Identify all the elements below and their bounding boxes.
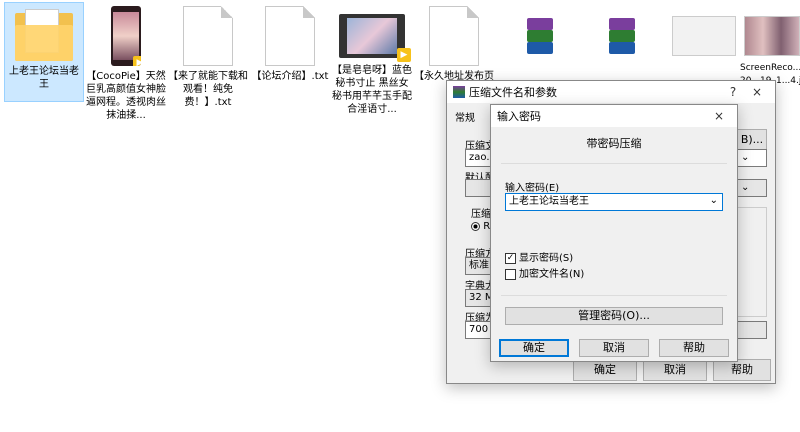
right-field[interactable] [737, 321, 767, 339]
file-label: 【是皂皂呀】蓝色秘书寸止 黑丝女秘书用芊芊玉手配合淫语寸... [332, 65, 412, 115]
encrypt-filenames-checkbox[interactable]: 加密文件名(N) [505, 265, 584, 280]
password-input[interactable]: 上老王论坛当老王 ⌄ [505, 193, 723, 211]
help-button[interactable]: 帮助 [659, 339, 729, 357]
file-screen-recording[interactable]: ScreenReco...1-20...19_1...4.jpg [740, 2, 800, 88]
chevron-down-icon[interactable]: ⌄ [710, 195, 718, 207]
image-file-icon [672, 16, 736, 56]
help-icon[interactable]: ? [721, 85, 745, 99]
close-icon[interactable]: × [745, 85, 769, 99]
file-rar-2[interactable] [582, 2, 662, 64]
winrar-archive-icon [516, 10, 564, 58]
file-folder[interactable]: 上老王论坛当老王 [4, 2, 84, 102]
password-label: 输入密码(E) [505, 183, 560, 194]
ok-button[interactable]: 确定 [499, 339, 569, 357]
password-titlebar[interactable]: 输入密码 × [491, 105, 737, 127]
tab-general[interactable]: 常规 [455, 109, 475, 124]
winrar-archive-icon [598, 10, 646, 58]
file-permanent-address[interactable]: 【永久地址发布页 [414, 2, 494, 83]
checkbox-checked-icon: ✓ [505, 252, 516, 264]
close-icon[interactable]: × [707, 109, 731, 123]
dialog-title: 压缩文件名和参数 [469, 86, 557, 99]
file-download-txt[interactable]: 【来了就能下载和观看！纯免费！】.txt [168, 2, 248, 109]
video-thumbnail-icon: ▶ [111, 6, 141, 66]
options-divider [501, 295, 727, 296]
video-file-icon: ▶ [339, 14, 411, 62]
file-zaozao-video[interactable]: ▶ 【是皂皂呀】蓝色秘书寸止 黑丝女秘书用芊芊玉手配合淫语寸... [332, 2, 412, 116]
password-dialog: 输入密码 × 带密码压缩 输入密码(E) 上老王论坛当老王 ⌄ ✓ 显示密码(S)… [490, 104, 738, 362]
file-label: 【CocoPie】天然巨乳高颜值女神脸逼网程。透视肉丝抹油揉... [86, 71, 166, 121]
ok-button[interactable]: 确定 [573, 359, 637, 381]
manage-passwords-button[interactable]: 管理密码(O)... [505, 307, 723, 325]
checkbox-empty-icon [505, 268, 516, 280]
heading-divider [501, 163, 727, 164]
password-value: 上老王论坛当老王 [509, 196, 589, 207]
browse-button[interactable]: B)... [737, 129, 767, 151]
file-forum-intro-txt[interactable]: 【论坛介绍】.txt [250, 2, 330, 83]
file-image-1[interactable] [664, 2, 744, 62]
show-password-checkbox[interactable]: ✓ 显示密码(S) [505, 249, 573, 264]
file-rar-1[interactable] [500, 2, 580, 64]
winrar-icon [453, 86, 465, 98]
file-label: 【来了就能下载和观看！纯免费！】.txt [168, 71, 248, 108]
password-heading: 带密码压缩 [586, 137, 642, 150]
options-box [737, 207, 767, 317]
file-label: 上老王论坛当老王 [9, 66, 79, 90]
cancel-button[interactable]: 取消 [643, 359, 707, 381]
text-file-icon [183, 6, 233, 66]
folder-icon [15, 9, 73, 61]
file-label: 【论坛介绍】.txt [251, 71, 329, 82]
profile-dropdown[interactable]: ⌄ [737, 179, 767, 197]
update-mode-field[interactable]: ⌄ [737, 149, 767, 167]
cancel-button[interactable]: 取消 [579, 339, 649, 357]
image-strip-icon [744, 16, 800, 56]
text-file-icon [429, 6, 479, 66]
help-button[interactable]: 帮助 [713, 359, 771, 381]
text-file-icon [265, 6, 315, 66]
archive-params-titlebar[interactable]: 压缩文件名和参数 ? × [447, 81, 775, 103]
file-cocopie[interactable]: ▶ 【CocoPie】天然巨乳高颜值女神脸逼网程。透视肉丝抹油揉... [86, 2, 166, 122]
password-dialog-title: 输入密码 [497, 110, 541, 123]
